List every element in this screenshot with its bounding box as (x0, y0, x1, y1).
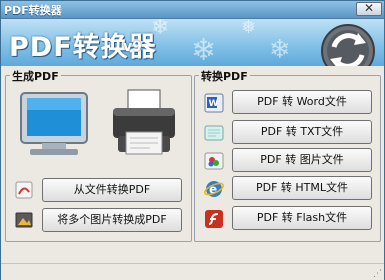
resize-grip-icon[interactable]: ⋰ (373, 269, 382, 279)
pdf-to-txt-button[interactable]: PDF 转 TXT文件 (232, 120, 372, 144)
refresh-logo-icon (321, 24, 375, 66)
pdf-file-icon (15, 181, 33, 199)
flash-icon (205, 210, 223, 228)
picture-file-icon (204, 152, 224, 170)
pdf-to-image-button[interactable]: PDF 转 图片文件 (232, 148, 372, 172)
banner: ❄ ❄ ❅ ❄ ❅ PDF转换器 v9 (1, 19, 384, 66)
printer-icon (113, 89, 175, 155)
snowflake-icon: ❄ (269, 35, 291, 65)
app-window: PDF转换器 ✕ ❄ ❄ ❅ ❄ ❅ PDF转换器 v9 生成PDF 从文件转换… (0, 0, 385, 280)
pdf-to-flash-button[interactable]: PDF 转 Flash文件 (232, 206, 372, 230)
snowflake-icon: ❅ (241, 19, 257, 38)
monitor-icon (20, 92, 88, 155)
create-pdf-group: 生成PDF 从文件转换PDF 将多个图片转换成PDF (5, 68, 192, 242)
pdf-to-word-button[interactable]: PDF 转 Word文件 (232, 90, 372, 114)
file-to-pdf-button[interactable]: 从文件转换PDF (42, 178, 182, 202)
title-bar[interactable]: PDF转换器 ✕ (1, 1, 384, 19)
status-bar: ⋰ (1, 263, 384, 280)
create-pdf-group-label: 生成PDF (10, 68, 61, 84)
convert-pdf-group-label: 转换PDF (199, 68, 250, 84)
pdf-to-html-button[interactable]: PDF 转 HTML文件 (232, 176, 372, 200)
html-ie-icon: e (204, 181, 224, 197)
close-button[interactable]: ✕ (356, 1, 382, 16)
close-icon: ✕ (363, 1, 375, 15)
svg-text:W: W (209, 99, 219, 109)
convert-pdf-group: 转换PDF W PDF 转 Word文件 PDF 转 TXT文件 PDF 转 图… (194, 68, 381, 242)
snowflake-icon: ❄ (191, 33, 217, 66)
version-label: v9 (123, 39, 142, 55)
images-to-pdf-button[interactable]: 将多个图片转换成PDF (42, 208, 182, 232)
word-icon: W (204, 93, 224, 113)
window-title: PDF转换器 (4, 4, 62, 17)
image-file-icon (15, 212, 33, 228)
txt-file-icon (204, 125, 224, 141)
